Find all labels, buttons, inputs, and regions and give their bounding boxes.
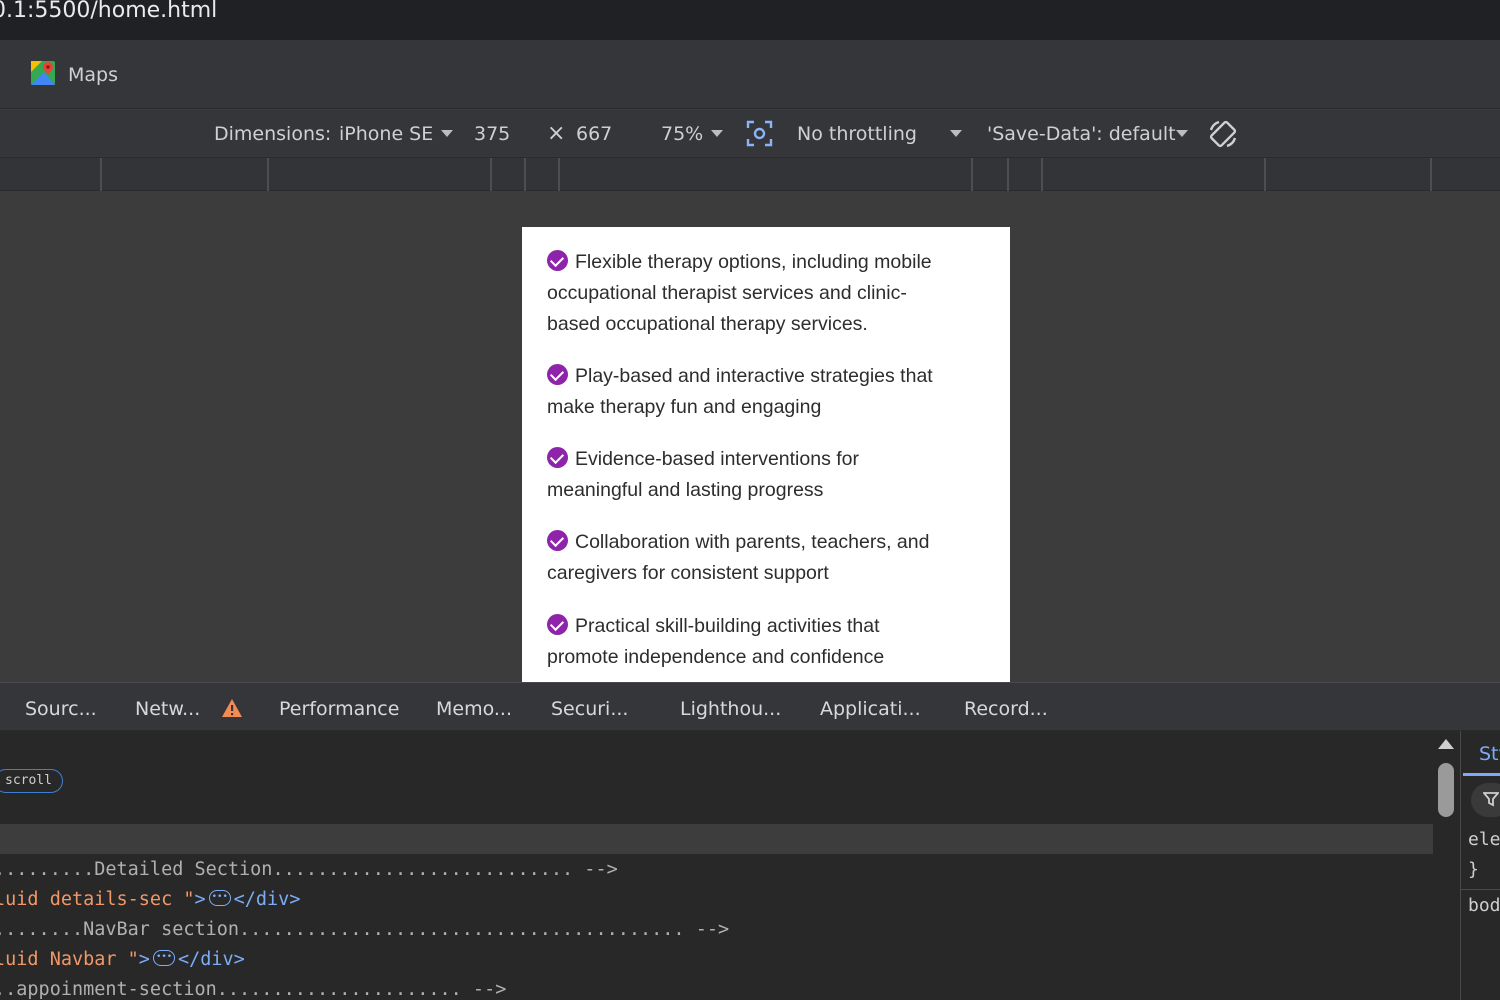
ruler-segment[interactable] [1007,158,1009,191]
feature-item: Practical skill-building activities that… [547,614,885,668]
google-maps-icon [30,60,56,90]
media-query-ruler[interactable] [0,158,1500,191]
dom-comment-line[interactable]: .........Detailed Section...............… [0,857,618,883]
tab-lighthouse[interactable]: Lighthou... [680,697,781,721]
bookmark-maps[interactable]: Maps [30,60,118,90]
ruler-segment[interactable] [524,158,526,191]
ruler-segment[interactable] [267,158,269,191]
elements-panel[interactable]: scroll .........Detailed Section........… [0,731,1460,1000]
save-data-select[interactable]: 'Save-Data': default [987,122,1176,146]
style-rule-close: } [1468,859,1479,880]
ruler-segment[interactable] [971,158,973,191]
times-icon: × [547,121,566,146]
check-circle-icon [547,530,568,551]
ruler-segment[interactable] [490,158,492,191]
tab-security[interactable]: Securi... [551,697,628,721]
selected-row-highlight[interactable] [0,824,1433,854]
throttling-select[interactable]: No throttling [797,122,917,146]
device-select[interactable]: iPhone SE [339,122,433,146]
dom-comment-line[interactable]: ........NavBar section..................… [0,917,729,943]
ruler-segment[interactable] [1041,158,1043,191]
feature-item: Evidence-based interventions for meaning… [547,447,859,501]
width-input[interactable]: 375 [474,122,510,146]
style-rule-selector[interactable]: ele [1468,829,1500,850]
chevron-down-icon[interactable] [441,130,453,137]
ruler-segment[interactable] [558,158,560,191]
ruler-segment[interactable] [100,158,102,191]
url-text[interactable]: 0.1:5500/home.html [0,0,217,23]
capture-screenshot-icon[interactable] [746,120,773,151]
scroll-badge[interactable]: scroll [0,769,63,793]
tab-memory[interactable]: Memo... [436,697,512,721]
tab-network[interactable]: Netw... [135,697,200,721]
scroll-thumb[interactable] [1438,763,1454,817]
device-viewport: Flexible therapy options, including mobi… [0,191,1500,682]
check-circle-icon [547,447,568,468]
tab-styles[interactable]: Sty [1479,743,1500,765]
bookmarks-bar: Maps [0,40,1500,109]
tab-application[interactable]: Applicati... [820,697,921,721]
dimensions-label: Dimensions: [214,123,332,145]
dom-comment-line[interactable]: ..appoinment-section....................… [0,977,506,1000]
chevron-down-icon[interactable] [711,130,723,137]
ruler-segment[interactable] [1264,158,1266,191]
zoom-select[interactable]: 75% [661,122,703,146]
height-input[interactable]: 667 [576,122,612,146]
emulated-page[interactable]: Flexible therapy options, including mobi… [522,227,1010,682]
device-toolbar: Dimensions: iPhone SE 375 × 667 75% No t… [0,110,1500,158]
feature-item: Flexible therapy options, including mobi… [547,250,932,335]
check-circle-icon [547,250,568,271]
ruler-segment[interactable] [1430,158,1432,191]
chevron-down-icon[interactable] [1176,130,1188,137]
scroll-up-icon[interactable] [1438,739,1454,749]
filter-icon [1482,791,1500,811]
expand-ellipsis-icon[interactable] [152,944,175,970]
active-tab-indicator [1463,773,1500,776]
warning-icon [221,698,243,722]
expand-ellipsis-icon[interactable] [208,884,231,910]
feature-item: Collaboration with parents, teachers, an… [547,530,930,584]
check-circle-icon [547,364,568,385]
dom-node-line[interactable]: luid Navbar "></div> [0,944,245,973]
divider [1461,889,1500,890]
chevron-down-icon[interactable] [950,130,962,137]
dom-node-line[interactable]: luid details-sec "></div> [0,884,300,913]
address-bar[interactable]: 0.1:5500/home.html [0,0,1500,40]
feature-item: Play-based and interactive strategies th… [547,364,933,418]
check-circle-icon [547,614,568,635]
tab-sources[interactable]: Sourc... [25,697,97,721]
tab-recorder[interactable]: Record... [964,697,1048,721]
elements-scrollbar[interactable] [1433,731,1460,1000]
styles-panel: Sty ele } bod [1460,731,1500,1000]
devtools-tab-bar: Sourc... Netw... Performance Memo... Sec… [0,682,1500,731]
rotate-icon[interactable] [1207,118,1239,154]
bookmark-label: Maps [68,64,118,86]
style-rule-selector[interactable]: bod [1468,895,1500,916]
tab-performance[interactable]: Performance [279,697,399,721]
